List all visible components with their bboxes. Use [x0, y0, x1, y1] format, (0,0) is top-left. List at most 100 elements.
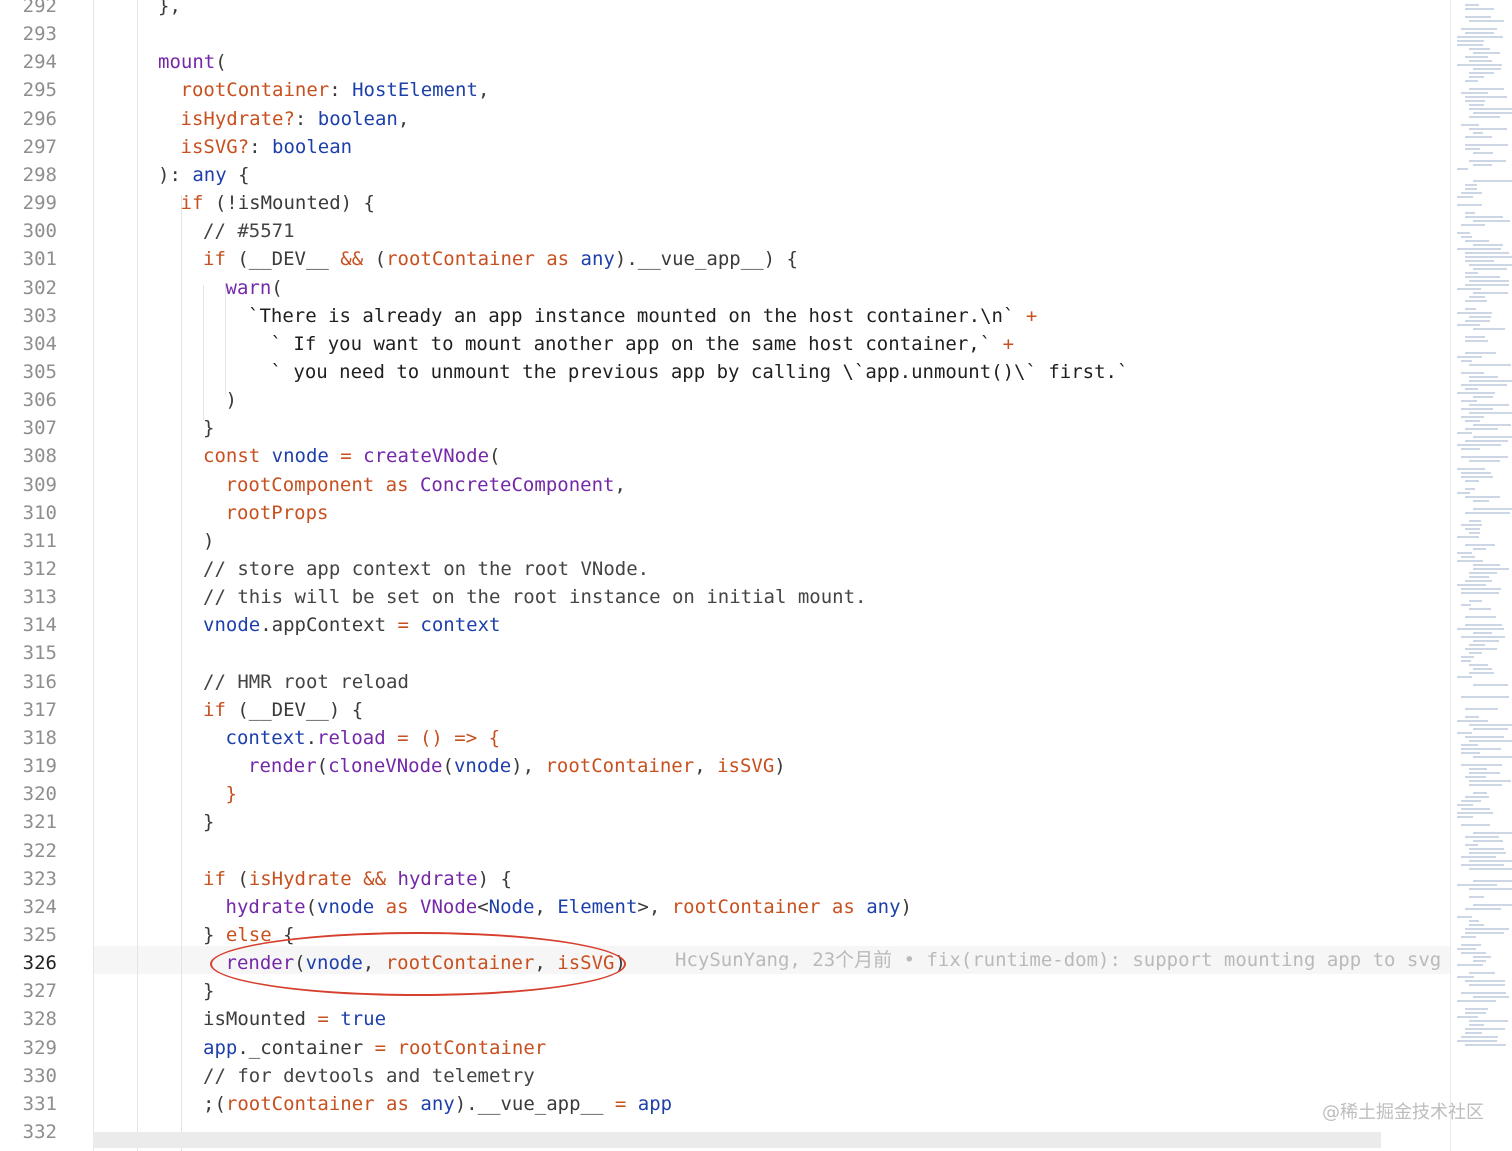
- minimap-line: [1473, 840, 1504, 842]
- code-line[interactable]: ;(rootContainer as any).__vue_app__ = ap…: [203, 1090, 672, 1118]
- code-token: ,: [477, 79, 490, 102]
- minimap-line: [1469, 160, 1506, 162]
- minimap-line: [1465, 148, 1480, 150]
- minimap-line: [1465, 1008, 1488, 1010]
- line-number: 293: [22, 23, 57, 46]
- horizontal-scrollbar[interactable]: [93, 1132, 1381, 1148]
- code-line[interactable]: // #5571: [203, 217, 295, 245]
- line-number: 299: [22, 192, 57, 215]
- line-number: 304: [22, 332, 57, 355]
- code-line[interactable]: isMounted = true: [203, 1005, 386, 1033]
- code-token: isHydrate?: [180, 107, 295, 130]
- code-token: ,: [362, 952, 386, 975]
- code-token: .appContext: [260, 614, 398, 637]
- minimap-line: [1469, 652, 1483, 654]
- code-line[interactable]: render(vnode, rootContainer, isSVG): [226, 949, 626, 977]
- code-token: any: [866, 895, 901, 918]
- code-line[interactable]: if (__DEV__ && (rootContainer as any).__…: [203, 245, 798, 273]
- code-token: reload: [317, 726, 386, 749]
- code-line[interactable]: hydrate(vnode as VNode<Node, Element>, r…: [226, 893, 912, 921]
- code-line[interactable]: rootContainer: HostElement,: [181, 76, 490, 104]
- minimap-line: [1469, 984, 1506, 986]
- code-line[interactable]: mount(: [158, 48, 227, 76]
- code-line[interactable]: // HMR root reload: [203, 668, 409, 696]
- code-line[interactable]: const vnode = createVNode(: [203, 442, 500, 470]
- code-token: `There is already an app instance mounte…: [248, 304, 1015, 327]
- minimap-line: [1457, 40, 1484, 42]
- code-line[interactable]: render(cloneVNode(vnode), rootContainer,…: [248, 752, 786, 780]
- code-line[interactable]: ): any {: [158, 161, 250, 189]
- code-line[interactable]: // for devtools and telemetry: [203, 1062, 535, 1090]
- code-line[interactable]: vnode.appContext = context: [203, 611, 500, 639]
- code-line[interactable]: `There is already an app instance mounte…: [248, 302, 1037, 330]
- code-line[interactable]: ): [203, 527, 214, 555]
- code-token: }: [225, 783, 237, 806]
- code-line[interactable]: if (__DEV__) {: [203, 696, 363, 724]
- minimap-line: [1465, 980, 1506, 982]
- code-line[interactable]: rootProps: [226, 499, 329, 527]
- minimap-line: [1461, 696, 1509, 698]
- line-number: 328: [22, 1008, 57, 1031]
- minimap-line: [1457, 204, 1483, 206]
- line-number: 324: [22, 895, 57, 918]
- code-line[interactable]: if (!isMounted) {: [181, 189, 375, 217]
- minimap-line: [1457, 720, 1489, 722]
- code-line[interactable]: ` you need to unmount the previous app b…: [271, 358, 1129, 386]
- code-line[interactable]: ): [226, 386, 237, 414]
- minimap-line: [1461, 192, 1483, 194]
- code-token: <: [477, 895, 489, 918]
- minimap-line: [1469, 280, 1509, 282]
- minimap-line: [1469, 316, 1491, 318]
- minimap-line: [1457, 36, 1503, 38]
- minimap-line: [1461, 656, 1475, 658]
- minimap-line: [1465, 420, 1480, 422]
- code-line[interactable]: // this will be set on the root instance…: [203, 583, 866, 611]
- line-number: 300: [22, 220, 57, 243]
- minimap-line: [1457, 676, 1473, 678]
- code-line[interactable]: }: [203, 414, 214, 442]
- line-number: 298: [22, 163, 57, 186]
- code-line[interactable]: rootComponent as ConcreteComponent,: [226, 471, 626, 499]
- minimap-line: [1457, 1040, 1497, 1042]
- code-line[interactable]: }: [226, 780, 237, 808]
- code-line[interactable]: // store app context on the root VNode.: [203, 555, 649, 583]
- minimap-line: [1461, 524, 1483, 526]
- line-number: 310: [22, 501, 57, 524]
- code-token: warn: [225, 276, 272, 299]
- minimap-line: [1457, 976, 1475, 978]
- minimap-line: [1473, 424, 1512, 426]
- indent-guide: [203, 285, 204, 420]
- code-token: }: [203, 980, 215, 1003]
- code-token: any: [192, 163, 227, 186]
- minimap-line: [1461, 936, 1476, 938]
- indent-guide: [225, 285, 226, 395]
- minimap-line: [1469, 972, 1496, 974]
- code-line[interactable]: ` If you want to mount another app on th…: [271, 330, 1015, 358]
- code-token: ).__vue_app__: [454, 1092, 615, 1115]
- minimap-line: [1457, 916, 1473, 918]
- code-line[interactable]: isHydrate?: boolean,: [181, 105, 410, 133]
- code-line[interactable]: isSVG?: boolean: [181, 133, 353, 161]
- minimap-line: [1469, 868, 1512, 870]
- code-line[interactable]: context.reload = () => {: [226, 724, 501, 752]
- minimap-line: [1457, 1016, 1479, 1018]
- code-line[interactable]: } else {: [203, 921, 295, 949]
- code-line[interactable]: }: [203, 808, 214, 836]
- code-line[interactable]: }: [203, 977, 214, 1005]
- code-token: as: [374, 1092, 421, 1115]
- minimap[interactable]: [1450, 0, 1512, 1151]
- code-line[interactable]: if (isHydrate && hydrate) {: [203, 865, 512, 893]
- code-editor[interactable]: 292 293 294 295 296 297 298 299 300 301 302 303 304 3…: [0, 0, 1450, 1151]
- code-line[interactable]: },: [158, 0, 181, 20]
- code-line[interactable]: warn(: [226, 274, 283, 302]
- minimap-line: [1465, 440, 1508, 442]
- code-line[interactable]: app._container = rootContainer: [203, 1034, 546, 1062]
- code-token: }: [203, 811, 215, 834]
- code-token: vnode: [203, 614, 261, 637]
- line-number: 312: [22, 558, 57, 580]
- minimap-line: [1465, 796, 1490, 798]
- code-token: =: [614, 1092, 627, 1115]
- code-token: .: [305, 726, 318, 749]
- code-token: // #5571: [203, 220, 295, 243]
- code-token: +: [1014, 304, 1038, 327]
